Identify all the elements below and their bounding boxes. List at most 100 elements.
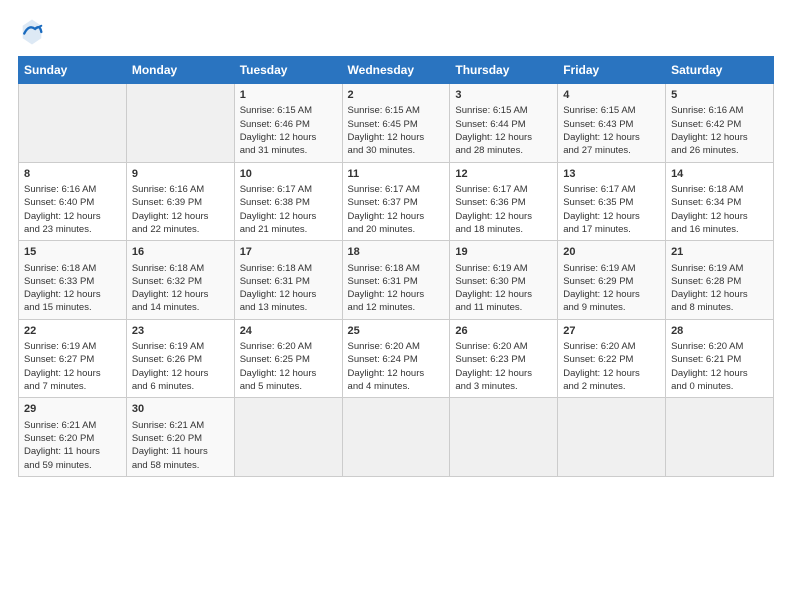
calendar-cell: 4Sunrise: 6:15 AMSunset: 6:43 PMDaylight… (558, 84, 666, 163)
calendar-cell: 3Sunrise: 6:15 AMSunset: 6:44 PMDaylight… (450, 84, 558, 163)
day-info-line: Sunrise: 6:15 AM (348, 104, 445, 117)
day-info-line: and 3 minutes. (455, 380, 552, 393)
calendar-week-row: 8Sunrise: 6:16 AMSunset: 6:40 PMDaylight… (19, 162, 774, 241)
day-info-line: Sunset: 6:39 PM (132, 196, 229, 209)
day-info-line: Sunset: 6:45 PM (348, 118, 445, 131)
header-day: Wednesday (342, 57, 450, 84)
day-info-line: and 27 minutes. (563, 144, 660, 157)
day-info-line: Sunrise: 6:18 AM (348, 262, 445, 275)
day-number: 26 (455, 324, 552, 339)
header-day: Sunday (19, 57, 127, 84)
logo-icon (18, 18, 46, 46)
day-info-line: Sunrise: 6:19 AM (563, 262, 660, 275)
day-info-line: Sunset: 6:33 PM (24, 275, 121, 288)
day-info-line: Daylight: 12 hours (563, 131, 660, 144)
page: SundayMondayTuesdayWednesdayThursdayFrid… (0, 0, 792, 612)
calendar-cell: 12Sunrise: 6:17 AMSunset: 6:36 PMDayligh… (450, 162, 558, 241)
day-info-line: Sunrise: 6:18 AM (132, 262, 229, 275)
day-info-line: Sunset: 6:20 PM (132, 432, 229, 445)
calendar-cell: 25Sunrise: 6:20 AMSunset: 6:24 PMDayligh… (342, 319, 450, 398)
day-info-line: Sunrise: 6:15 AM (455, 104, 552, 117)
day-info-line: and 21 minutes. (240, 223, 337, 236)
day-info-line: Sunrise: 6:20 AM (240, 340, 337, 353)
day-info-line: Daylight: 12 hours (563, 367, 660, 380)
day-info-line: Sunrise: 6:20 AM (455, 340, 552, 353)
calendar-cell: 20Sunrise: 6:19 AMSunset: 6:29 PMDayligh… (558, 241, 666, 320)
day-number: 20 (563, 245, 660, 260)
day-number: 4 (563, 88, 660, 103)
day-info-line: and 8 minutes. (671, 301, 768, 314)
day-info-line: Sunset: 6:31 PM (348, 275, 445, 288)
day-info-line: Sunset: 6:42 PM (671, 118, 768, 131)
calendar-cell: 28Sunrise: 6:20 AMSunset: 6:21 PMDayligh… (666, 319, 774, 398)
day-info-line: and 7 minutes. (24, 380, 121, 393)
day-number: 3 (455, 88, 552, 103)
day-number: 13 (563, 167, 660, 182)
day-info-line: Sunset: 6:30 PM (455, 275, 552, 288)
day-info-line: and 58 minutes. (132, 459, 229, 472)
calendar-cell: 11Sunrise: 6:17 AMSunset: 6:37 PMDayligh… (342, 162, 450, 241)
day-info-line: and 16 minutes. (671, 223, 768, 236)
day-info-line: Daylight: 12 hours (671, 367, 768, 380)
day-info-line: Sunrise: 6:19 AM (24, 340, 121, 353)
day-number: 5 (671, 88, 768, 103)
header (18, 18, 774, 46)
day-info-line: and 9 minutes. (563, 301, 660, 314)
day-info-line: Sunrise: 6:20 AM (671, 340, 768, 353)
day-info-line: Daylight: 12 hours (132, 288, 229, 301)
day-number: 22 (24, 324, 121, 339)
day-info-line: and 20 minutes. (348, 223, 445, 236)
day-info-line: and 22 minutes. (132, 223, 229, 236)
day-info-line: and 15 minutes. (24, 301, 121, 314)
day-info-line: Sunset: 6:37 PM (348, 196, 445, 209)
day-info-line: Sunset: 6:34 PM (671, 196, 768, 209)
day-info-line: Daylight: 12 hours (455, 131, 552, 144)
calendar-table: SundayMondayTuesdayWednesdayThursdayFrid… (18, 56, 774, 477)
day-info-line: Daylight: 12 hours (240, 131, 337, 144)
calendar-cell (126, 84, 234, 163)
day-number: 30 (132, 402, 229, 417)
day-info-line: Sunrise: 6:17 AM (348, 183, 445, 196)
day-info-line: Sunset: 6:38 PM (240, 196, 337, 209)
day-info-line: Sunset: 6:27 PM (24, 353, 121, 366)
day-info-line: Daylight: 12 hours (671, 210, 768, 223)
day-info-line: Sunset: 6:21 PM (671, 353, 768, 366)
calendar-cell: 22Sunrise: 6:19 AMSunset: 6:27 PMDayligh… (19, 319, 127, 398)
day-info-line: Sunset: 6:22 PM (563, 353, 660, 366)
day-number: 10 (240, 167, 337, 182)
day-info-line: Sunrise: 6:19 AM (671, 262, 768, 275)
calendar-cell (666, 398, 774, 477)
header-day: Tuesday (234, 57, 342, 84)
calendar-cell: 13Sunrise: 6:17 AMSunset: 6:35 PMDayligh… (558, 162, 666, 241)
day-info-line: Daylight: 12 hours (24, 288, 121, 301)
calendar-cell (19, 84, 127, 163)
day-info-line: Sunset: 6:32 PM (132, 275, 229, 288)
calendar-cell (234, 398, 342, 477)
day-info-line: Sunset: 6:28 PM (671, 275, 768, 288)
day-number: 1 (240, 88, 337, 103)
header-day: Thursday (450, 57, 558, 84)
header-row: SundayMondayTuesdayWednesdayThursdayFrid… (19, 57, 774, 84)
day-info-line: Daylight: 11 hours (24, 445, 121, 458)
day-number: 18 (348, 245, 445, 260)
day-info-line: Sunrise: 6:15 AM (563, 104, 660, 117)
day-info-line: Sunset: 6:46 PM (240, 118, 337, 131)
day-info-line: Daylight: 12 hours (240, 288, 337, 301)
calendar-header: SundayMondayTuesdayWednesdayThursdayFrid… (19, 57, 774, 84)
calendar-cell: 27Sunrise: 6:20 AMSunset: 6:22 PMDayligh… (558, 319, 666, 398)
day-info-line: Daylight: 12 hours (563, 210, 660, 223)
day-info-line: and 18 minutes. (455, 223, 552, 236)
day-number: 23 (132, 324, 229, 339)
calendar-cell: 19Sunrise: 6:19 AMSunset: 6:30 PMDayligh… (450, 241, 558, 320)
day-info-line: Daylight: 12 hours (671, 288, 768, 301)
day-info-line: Sunset: 6:44 PM (455, 118, 552, 131)
logo (18, 18, 50, 46)
day-info-line: Sunset: 6:43 PM (563, 118, 660, 131)
day-info-line: Sunrise: 6:20 AM (348, 340, 445, 353)
calendar-cell: 30Sunrise: 6:21 AMSunset: 6:20 PMDayligh… (126, 398, 234, 477)
day-number: 9 (132, 167, 229, 182)
calendar-cell: 2Sunrise: 6:15 AMSunset: 6:45 PMDaylight… (342, 84, 450, 163)
day-info-line: and 26 minutes. (671, 144, 768, 157)
day-info-line: Daylight: 12 hours (563, 288, 660, 301)
day-info-line: Sunset: 6:31 PM (240, 275, 337, 288)
